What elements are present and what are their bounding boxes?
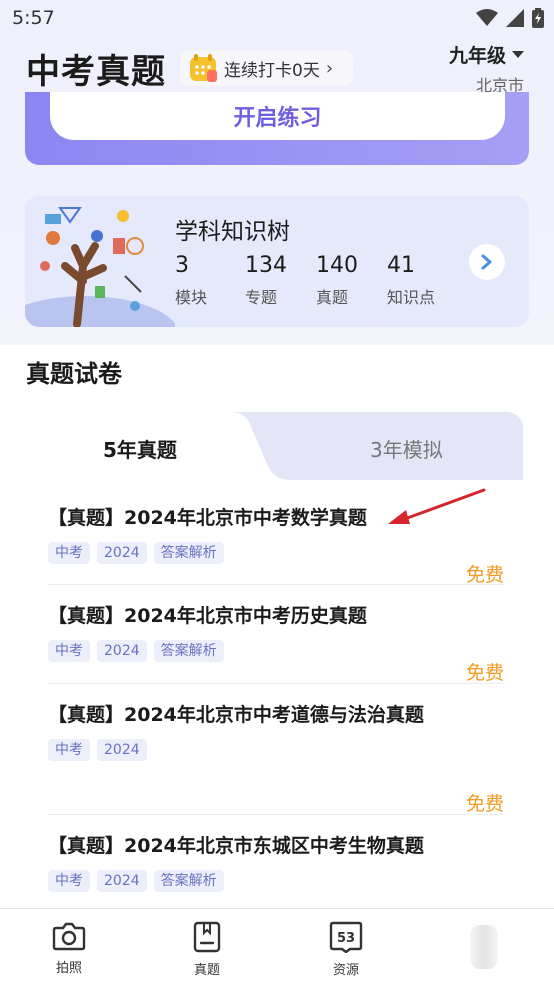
price-label: 免费 (465, 662, 504, 684)
tab-5-year-exams[interactable]: 5年真题 (103, 434, 177, 463)
grade-selector[interactable]: 九年级 (449, 41, 524, 68)
tag-row: 中考 2024 答案解析 (48, 870, 504, 892)
grade-label: 九年级 (448, 45, 506, 67)
calendar-icon (190, 54, 217, 82)
knowledge-tree-open-button[interactable] (469, 244, 505, 280)
caret-down-icon (512, 50, 524, 58)
status-icons (476, 8, 544, 28)
tag: 2024 (97, 640, 147, 662)
tag: 答案解析 (153, 542, 224, 564)
tag: 答案解析 (153, 870, 224, 892)
resource-53-icon: 53 (329, 921, 363, 953)
stat-exams: 140 真题 (316, 253, 358, 308)
tag-row: 中考 2024 (48, 739, 504, 761)
knowledge-tree-title: 学科知识树 (175, 219, 290, 245)
page-title: 中考真题 (26, 52, 166, 92)
checkin-label: 连续打卡0天 (224, 60, 320, 81)
tag: 2024 (97, 739, 147, 761)
battery-icon (532, 8, 544, 28)
wifi-icon (476, 9, 498, 26)
chevron-right-icon: › (325, 57, 334, 79)
annotation-arrow-icon (388, 488, 486, 524)
stat-label: 知识点 (387, 288, 436, 307)
stat-label: 模块 (175, 288, 208, 307)
list-item[interactable]: 【真题】2024年北京市中考历史真题 中考 2024 答案解析 免费 (48, 600, 504, 684)
camera-icon (52, 922, 86, 951)
tab-active-shape (31, 412, 291, 480)
exam-list: 【真题】2024年北京市中考数学真题 中考 2024 答案解析 免费 【真题】2… (0, 480, 554, 908)
tag: 中考 (48, 739, 90, 761)
cell-signal-icon (506, 9, 524, 27)
tag: 中考 (48, 542, 90, 564)
stat-label: 专题 (245, 288, 278, 307)
price-label: 免费 (465, 793, 504, 815)
exam-title: 【真题】2024年北京市东城区中考生物真题 (48, 835, 424, 857)
tag: 2024 (97, 870, 147, 892)
stat-modules: 3 模块 (175, 253, 207, 308)
stat-label: 真题 (316, 288, 349, 307)
exam-book-icon (193, 921, 221, 953)
bottom-nav: 拍照 真题 53 资源 (0, 908, 554, 984)
stat-value: 134 (245, 253, 287, 278)
start-practice-button[interactable]: 开启练习 (50, 92, 505, 140)
tag: 中考 (48, 870, 90, 892)
price-label: 免费 (465, 564, 504, 586)
nav-label: 资源 (332, 963, 359, 978)
checkin-streak-button[interactable]: 连续打卡0天 › (180, 50, 353, 86)
status-time: 5:57 (12, 7, 55, 29)
resource-badge: 53 (337, 931, 355, 946)
tag: 2024 (97, 542, 147, 564)
nav-label: 真题 (193, 963, 220, 978)
stat-value: 41 (387, 253, 415, 278)
tag-row: 中考 2024 答案解析 (48, 640, 504, 662)
tag-row: 中考 2024 答案解析 (48, 542, 504, 564)
exam-title: 【真题】2024年北京市中考道德与法治真题 (48, 704, 424, 726)
nav-item-camera[interactable]: 拍照 (29, 921, 109, 976)
section-title: 真题试卷 (26, 360, 122, 388)
knowledge-tree-card[interactable]: 学科知识树 3 模块 134 专题 140 真题 41 知识点 (25, 196, 529, 327)
stat-topics: 134 专题 (245, 253, 287, 308)
stat-value: 140 (316, 253, 358, 278)
paper-tabs: 5年真题 3年模拟 (31, 412, 523, 480)
tag: 中考 (48, 640, 90, 662)
nav-item-exams[interactable]: 真题 (167, 921, 247, 978)
nav-label: 拍照 (55, 961, 82, 976)
status-bar: 5:57 (0, 0, 554, 36)
stat-value: 3 (175, 253, 189, 278)
list-item[interactable]: 【真题】2024年北京市东城区中考生物真题 中考 2024 答案解析 免费 (48, 830, 504, 908)
stat-knowledge-points: 41 知识点 (387, 253, 435, 308)
list-item[interactable]: 【真题】2024年北京市中考道德与法治真题 中考 2024 免费 (48, 699, 504, 815)
tab-3-year-mock[interactable]: 3年模拟 (370, 434, 443, 463)
nav-item-resources[interactable]: 53 资源 (306, 921, 386, 978)
knowledge-tree-illustration (25, 207, 175, 327)
chevron-right-icon (481, 254, 492, 270)
exam-title: 【真题】2024年北京市中考历史真题 (48, 605, 367, 627)
nav-item-placeholder (470, 925, 498, 969)
tag: 答案解析 (153, 640, 224, 662)
